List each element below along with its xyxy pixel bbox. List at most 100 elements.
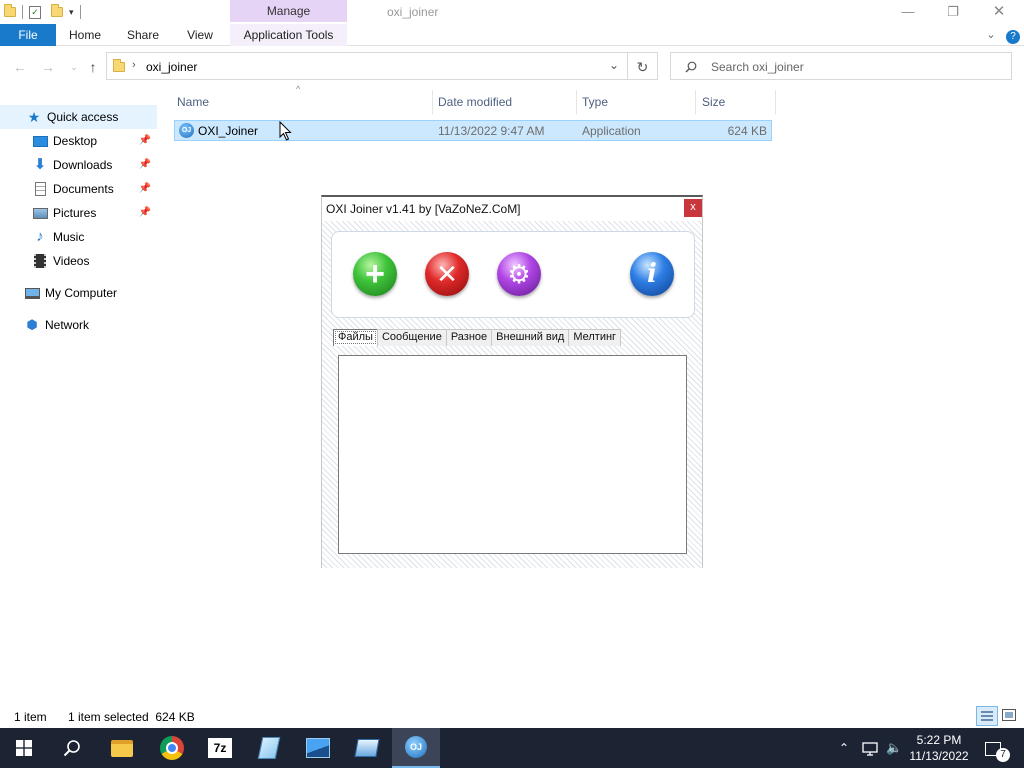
pin-icon[interactable]: 📌 [139, 177, 151, 201]
nav-item-label: Documents [53, 182, 114, 196]
window-title: oxi_joiner [387, 5, 439, 19]
file-name[interactable]: OXI_Joiner [198, 124, 258, 138]
column-header-name[interactable]: Name [177, 93, 209, 111]
tab-melting[interactable]: Мелтинг [568, 329, 622, 346]
notification-icon[interactable]: 7 [985, 728, 1010, 768]
column-divider[interactable] [576, 90, 577, 114]
ribbon-tabs: File Home Share View Application Tools ⌄… [0, 24, 1024, 46]
help-icon[interactable]: ? [1004, 24, 1022, 46]
file-date: 11/13/2022 9:47 AM [438, 124, 545, 138]
column-divider[interactable] [775, 90, 776, 114]
tab-view[interactable]: View [178, 24, 222, 46]
tab-share[interactable]: Share [120, 24, 166, 46]
nav-item-label: Pictures [53, 206, 97, 220]
add-icon[interactable]: + [353, 252, 397, 296]
navigation-pane: ★ Quick access Desktop 📌 ⬇ Downloads 📌 D… [0, 100, 160, 700]
music-icon: ♪ [36, 228, 44, 245]
details-view-icon[interactable] [976, 706, 998, 726]
network-status-icon[interactable] [862, 728, 878, 768]
clock[interactable]: 5:22 PM 11/13/2022 [906, 732, 972, 772]
nav-item-pictures[interactable]: Pictures 📌 [0, 201, 157, 225]
settings-icon[interactable]: ⚙ [497, 252, 541, 296]
pin-icon[interactable]: 📌 [139, 201, 151, 225]
properties-icon[interactable]: ✓ [29, 5, 41, 19]
manage-context-label: Manage [230, 0, 347, 22]
tab-appearance[interactable]: Внешний вид [491, 329, 570, 346]
file-type: Application [582, 124, 641, 138]
column-divider[interactable] [432, 90, 433, 114]
refresh-button[interactable]: ↻ [628, 52, 658, 80]
info-icon[interactable]: i [630, 252, 674, 296]
oxi-joiner-icon: OJ [179, 123, 194, 138]
star-icon: ★ [27, 109, 41, 125]
clock-date: 11/13/2022 [909, 749, 969, 763]
divider [22, 5, 23, 19]
search-icon [685, 61, 697, 73]
app-icon[interactable] [343, 728, 391, 768]
desktop-icon [32, 133, 48, 149]
search-input[interactable]: Search oxi_joiner [711, 60, 804, 74]
dialog-close-button[interactable]: x [684, 199, 702, 217]
nav-item-label: Downloads [53, 158, 113, 172]
dialog-body: + ✕ ⚙ i Файлы Сообщение Разное Внешний в… [322, 221, 702, 568]
tab-file[interactable]: File [0, 24, 56, 46]
forward-arrow-icon[interactable]: → [36, 50, 60, 84]
column-header-date[interactable]: Date modified [438, 93, 512, 111]
taskbar: 7z OJ ⌃ 🔈 5:22 PM 11/13/2022 7 [0, 728, 1024, 768]
remove-icon[interactable]: ✕ [425, 252, 469, 296]
search-box[interactable]: Search oxi_joiner [670, 52, 1012, 80]
address-path[interactable]: oxi_joiner [146, 60, 197, 74]
chevron-down-icon[interactable]: ⌄ [982, 24, 1000, 46]
folder-icon [113, 59, 125, 72]
file-explorer-icon[interactable] [98, 728, 146, 768]
nav-item-music[interactable]: ♪ Music [0, 225, 157, 249]
column-header-type[interactable]: Type [582, 93, 608, 111]
tab-misc[interactable]: Разное [445, 329, 493, 346]
video-icon [32, 253, 48, 269]
back-arrow-icon[interactable]: ← [8, 50, 32, 84]
pin-icon[interactable]: 📌 [139, 153, 151, 177]
search-icon[interactable] [48, 728, 96, 768]
document-icon [32, 181, 48, 197]
tab-application-tools[interactable]: Application Tools [230, 24, 347, 46]
notepad-icon[interactable] [245, 728, 293, 768]
start-icon[interactable] [0, 728, 48, 768]
notification-badge: 7 [996, 748, 1010, 762]
photos-icon[interactable] [294, 728, 342, 768]
mouse-cursor-icon [279, 121, 292, 141]
column-divider[interactable] [695, 90, 696, 114]
nav-item-documents[interactable]: Documents 📌 [0, 177, 157, 201]
tab-files[interactable]: Файлы [333, 329, 378, 346]
tab-message[interactable]: Сообщение [376, 329, 447, 346]
nav-item-network[interactable]: ⬢ Network [0, 313, 157, 337]
volume-icon[interactable]: 🔈 [886, 728, 902, 768]
chrome-icon[interactable] [148, 728, 196, 768]
column-header-size[interactable]: Size [702, 93, 725, 111]
qat-dropdown-icon[interactable]: ▾ [69, 7, 74, 18]
table-row[interactable]: OJ OXI_Joiner 11/13/2022 9:47 AM Applica… [174, 120, 772, 141]
minimize-button[interactable]: — [885, 0, 931, 24]
nav-item-label: Network [45, 318, 90, 332]
pin-icon[interactable]: 📌 [139, 129, 151, 153]
tab-home[interactable]: Home [62, 24, 108, 46]
new-folder-icon[interactable] [51, 4, 63, 17]
selection-info: 1 item selected 624 KB [68, 710, 195, 724]
show-hidden-icons-icon[interactable]: ⌃ [839, 728, 849, 768]
nav-item-quick-access[interactable]: ★ Quick access [0, 105, 157, 129]
close-button[interactable]: ✕ [976, 0, 1022, 24]
large-icons-view-icon[interactable] [1002, 709, 1016, 721]
oxi-joiner-icon[interactable]: OJ [392, 728, 440, 768]
7zip-icon[interactable]: 7z [196, 728, 244, 768]
files-list-box[interactable] [338, 355, 687, 554]
nav-item-desktop[interactable]: Desktop 📌 [0, 129, 157, 153]
nav-item-my-computer[interactable]: My Computer [0, 281, 157, 305]
maximize-button[interactable]: ❐ [930, 0, 976, 24]
network-icon: ⬢ [26, 317, 38, 332]
address-dropdown-icon[interactable]: ⌄ [609, 58, 619, 72]
nav-item-downloads[interactable]: ⬇ Downloads 📌 [0, 153, 157, 177]
nav-item-label: Quick access [47, 110, 119, 124]
nav-item-label: Desktop [53, 134, 98, 148]
address-bar[interactable]: › oxi_joiner ⌄ [106, 52, 628, 80]
nav-item-videos[interactable]: Videos [0, 249, 157, 273]
up-arrow-icon[interactable]: ↑ [81, 50, 105, 84]
